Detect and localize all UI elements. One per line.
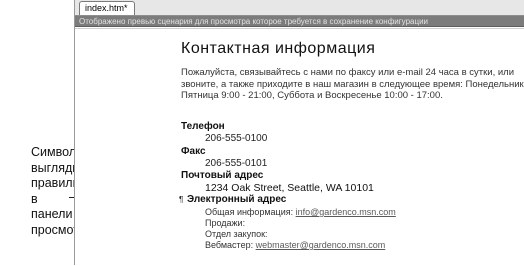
intro-line-1: Пожалуйста, связывайтесь с нами по факсу… — [181, 67, 515, 78]
general-info-link[interactable]: info@gardenco.msn.com — [296, 207, 396, 217]
email-row-general: Общая информация: info@gardenco.msn.com — [205, 207, 396, 218]
fax-value: 206-555-0101 — [205, 158, 268, 169]
webmaster-link[interactable]: webmaster@gardenco.msn.com — [256, 240, 386, 250]
webmaster-label: Вебмастер: — [205, 240, 254, 250]
tab-index-htm[interactable]: index.htm* — [79, 1, 135, 15]
sales-label: Продажи: — [205, 218, 246, 228]
general-info-label: Общая информация: — [205, 207, 294, 217]
purchasing-label: Отдел закупок: — [205, 229, 268, 239]
postal-address-label: Почтовый адрес — [181, 170, 264, 181]
intro-line-3: Пятница 9:00 - 21:00, Суббота и Воскресе… — [181, 90, 443, 101]
paragraph-mark-icon: ¶ — [179, 195, 184, 204]
postal-address-value: 1234 Oak Street, Seattle, WA 10101 — [205, 182, 374, 194]
email-row-webmaster: Вебмастер: webmaster@gardenco.msn.com — [205, 240, 385, 251]
email-row-sales: Продажи: — [205, 218, 245, 229]
email-address-label: Электронный адрес — [187, 194, 287, 205]
preview-window: index.htm* Отображено превью сценария дл… — [74, 0, 524, 266]
intro-line-2: звоните, а также приходите в наш магазин… — [181, 78, 524, 90]
email-row-purchasing: Отдел закупок: — [205, 229, 268, 240]
phone-value: 206-555-0100 — [205, 133, 268, 144]
intro-paragraph: Пожалуйста, связывайтесь с нами по факсу… — [181, 67, 524, 102]
preview-pane: Контактная информация Пожалуйста, связыв… — [75, 28, 524, 266]
fax-label: Факс — [181, 146, 206, 157]
page-title: Контактная информация — [181, 40, 376, 57]
document-tab-strip: index.htm* — [75, 0, 524, 16]
info-bar[interactable]: Отображено превью сценария для просмотра… — [75, 16, 524, 27]
phone-label: Телефон — [181, 121, 225, 132]
